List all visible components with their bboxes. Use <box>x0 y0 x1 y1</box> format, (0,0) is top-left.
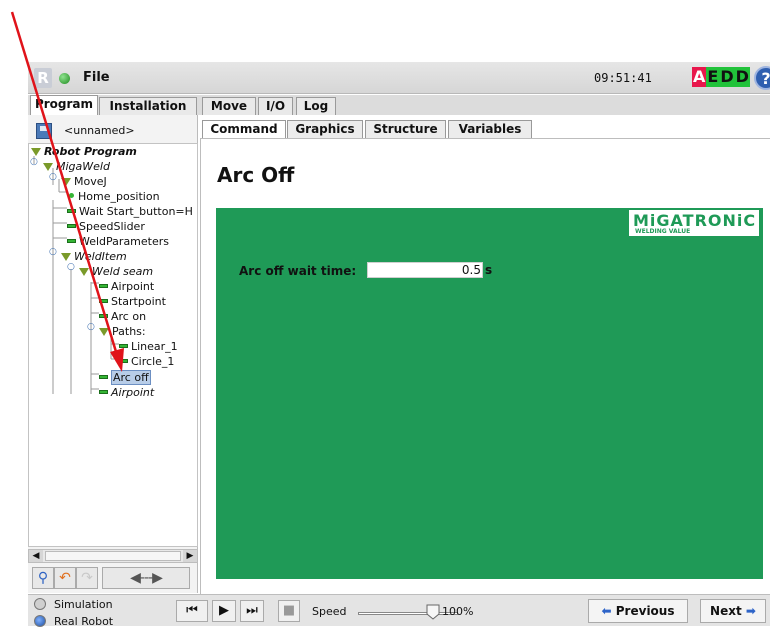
move-node-arrows-icon[interactable]: ◀---▶ <box>102 567 190 589</box>
play-button[interactable]: ▶ <box>212 600 236 622</box>
tab-io[interactable]: I/O <box>258 97 293 115</box>
magnifier-icon[interactable]: ⚲ <box>32 567 54 589</box>
safety-badge[interactable]: A E D D <box>692 67 750 87</box>
tab-graphics[interactable]: Graphics <box>287 120 363 138</box>
tree-node[interactable]: Paths: <box>99 324 146 339</box>
undo-icon[interactable]: ↶ <box>54 567 76 589</box>
rewind-button[interactable]: ⏮ <box>176 600 208 622</box>
expand-icon[interactable]: ○ <box>67 262 75 272</box>
brand-tagline: WELDING VALUE <box>635 228 691 235</box>
clock: 09:51:41 <box>594 71 652 85</box>
scroll-left-icon[interactable]: ◀ <box>29 550 43 562</box>
tree-node-label: Circle_1 <box>131 355 175 368</box>
tab-structure[interactable]: Structure <box>365 120 446 138</box>
real-robot-radio[interactable] <box>34 615 46 627</box>
safety-badge-letter: E <box>706 67 720 87</box>
program-tree-panel: <unnamed> Robot Program ○ MigaWeld ○ Mov… <box>28 115 198 593</box>
expand-icon[interactable]: ○ <box>87 322 95 332</box>
expand-icon[interactable]: ○ <box>30 157 38 167</box>
expand-icon[interactable]: ○ <box>49 247 57 257</box>
tab-move[interactable]: Move <box>202 97 256 115</box>
safety-badge-letter: A <box>692 67 707 87</box>
wait-time-label: Arc off wait time: <box>239 264 357 278</box>
page-title: Arc Off <box>217 163 295 187</box>
tree-node-label: Arc on <box>111 310 147 323</box>
ur-logo-icon: R <box>34 68 52 88</box>
tree-node[interactable]: Linear_1 <box>119 339 178 354</box>
tree-node[interactable]: SpeedSlider <box>67 219 145 234</box>
simulation-radio[interactable] <box>34 598 46 610</box>
tree-node-label: Wait Start_button=H <box>79 205 193 218</box>
tab-installation[interactable]: Installation <box>99 97 197 115</box>
bottom-bar: Simulation Real Robot ⏮ ▶ ⏭ ■ Speed 100%… <box>28 594 770 628</box>
next-label: Next <box>710 604 742 618</box>
safety-badge-letter: D <box>734 67 750 87</box>
tab-command[interactable]: Command <box>202 120 286 138</box>
tree-node-label: WeldItem <box>74 250 127 263</box>
tree-node[interactable]: Arc on <box>99 309 146 324</box>
help-icon[interactable]: ? <box>754 66 770 90</box>
tree-node-label: MoveJ <box>74 175 107 188</box>
tree-node[interactable]: MoveJ <box>61 174 107 189</box>
tree-node[interactable]: Circle_1 <box>119 354 174 369</box>
title-bar: R File 09:51:41 A E D D ? <box>28 62 770 94</box>
tree-node-label: SpeedSlider <box>79 220 145 233</box>
program-header: <unnamed> <box>28 119 198 141</box>
scrollbar-thumb[interactable] <box>45 551 181 561</box>
redo-icon[interactable]: ↷ <box>76 567 98 589</box>
next-button[interactable]: Next ➡ <box>700 599 766 623</box>
tree-node[interactable]: Weld seam <box>79 264 153 279</box>
speed-label: Speed <box>312 605 347 618</box>
file-menu[interactable]: File <box>83 70 110 85</box>
tree-node-label: Weld seam <box>92 265 154 278</box>
simulation-label: Simulation <box>54 598 113 611</box>
tree-node[interactable]: Home_position <box>69 189 160 204</box>
tree-horizontal-scrollbar[interactable]: ◀ ▶ <box>28 549 198 563</box>
robot-status-icon <box>59 73 70 84</box>
tree-node-label: Arc off <box>111 370 151 385</box>
wait-time-input[interactable]: 0.5 <box>367 262 483 278</box>
tree-node-label: Linear_1 <box>131 340 178 353</box>
tree-toolbar: ⚲ ↶ ↷ ◀---▶ <box>28 565 198 589</box>
tree-node-selected[interactable]: Arc off <box>99 370 151 385</box>
tab-program[interactable]: Program <box>30 95 98 116</box>
previous-button[interactable]: ⬅ Previous <box>588 599 688 623</box>
save-icon[interactable] <box>36 123 52 139</box>
safety-badge-letter: D <box>719 67 735 87</box>
wait-time-unit: s <box>485 263 493 277</box>
tab-variables[interactable]: Variables <box>448 120 532 138</box>
tree-node[interactable]: Startpoint <box>99 294 166 309</box>
tree-node-label: Paths: <box>112 325 146 338</box>
migatronic-panel: MiGATRONiC WELDING VALUE Arc off wait ti… <box>216 208 763 579</box>
content-tab-bar: Command Graphics Structure Variables <box>200 120 770 138</box>
tree-node-label: Airpoint <box>111 280 155 293</box>
program-tree: Robot Program ○ MigaWeld ○ MoveJ Home_po… <box>28 143 198 547</box>
command-panel: Arc Off MiGATRONiC WELDING VALUE Arc off… <box>200 138 770 594</box>
tree-node-label: Robot Program <box>44 145 137 158</box>
arrow-right-icon: ➡ <box>745 604 756 618</box>
step-button[interactable]: ⏭ <box>240 600 264 622</box>
tree-node[interactable]: Airpoint <box>99 385 154 400</box>
arrow-left-icon: ⬅ <box>601 604 612 618</box>
expand-icon[interactable]: ○ <box>49 172 57 182</box>
scroll-right-icon[interactable]: ▶ <box>183 550 197 562</box>
main-tab-bar: Program Installation Move I/O Log <box>28 95 770 116</box>
tree-node[interactable]: Airpoint <box>99 279 154 294</box>
migatronic-logo: MiGATRONiC WELDING VALUE <box>629 210 759 236</box>
stop-button[interactable]: ■ <box>278 600 300 622</box>
speed-slider-thumb[interactable] <box>426 604 440 620</box>
previous-label: Previous <box>615 604 675 618</box>
tree-node-label: Startpoint <box>111 295 166 308</box>
tree-node[interactable]: Wait Start_button=H <box>67 204 193 219</box>
program-name: <unnamed> <box>64 124 135 137</box>
tree-node-label: Airpoint <box>111 386 155 399</box>
tree-node[interactable]: WeldParameters <box>67 234 169 249</box>
speed-value: 100% <box>442 605 474 618</box>
tree-node-label: Home_position <box>78 190 160 203</box>
tree-node-label: WeldParameters <box>79 235 169 248</box>
tree-node[interactable]: Robot Program <box>31 144 137 159</box>
tree-node-label: MigaWeld <box>56 160 110 173</box>
tab-log[interactable]: Log <box>296 97 336 115</box>
real-robot-label: Real Robot <box>54 615 114 628</box>
